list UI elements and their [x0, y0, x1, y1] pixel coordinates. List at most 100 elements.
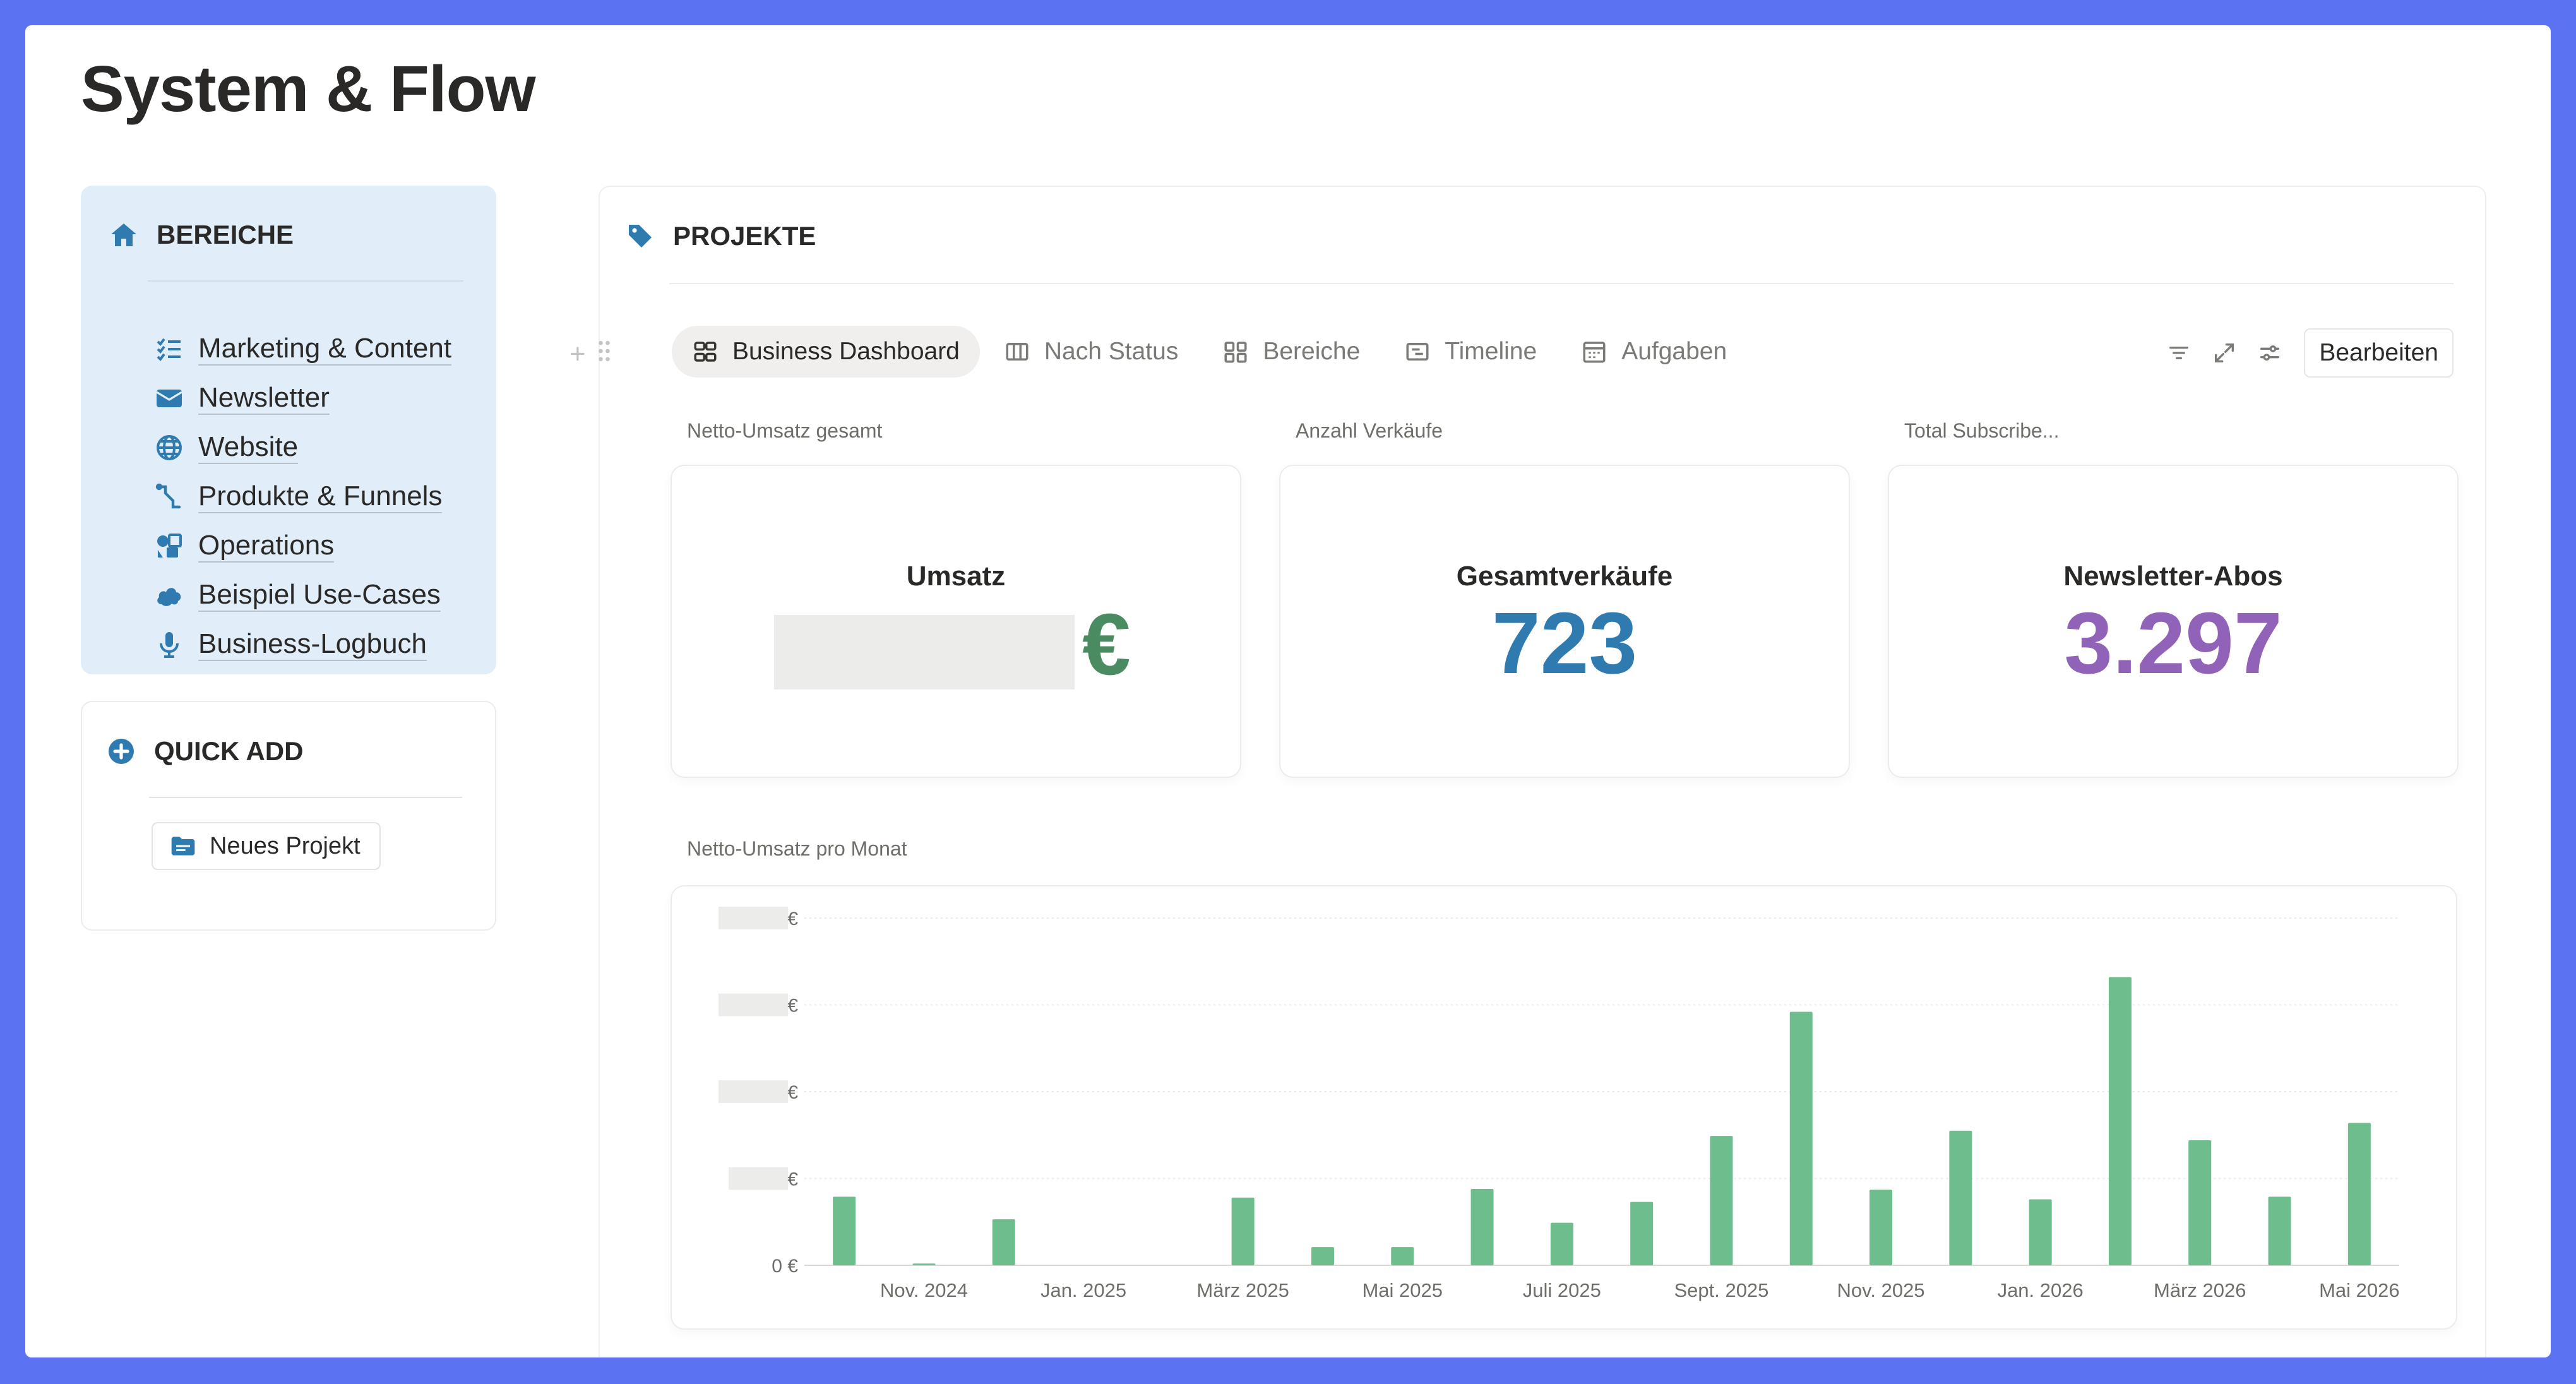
redacted-tick [719, 1080, 788, 1103]
redacted-value [774, 615, 1075, 689]
home-icon [109, 220, 139, 250]
tab-timeline[interactable]: Timeline [1384, 326, 1557, 378]
sidebar-item-beispiel-use-cases[interactable]: Beispiel Use-Cases [154, 571, 451, 620]
chart-bar [2029, 1199, 2052, 1265]
new-project-label: Neues Projekt [210, 832, 361, 859]
chart-bar [1550, 1222, 1573, 1265]
edit-button[interactable]: Bearbeiten [2304, 328, 2454, 378]
drag-handle-icon[interactable] [597, 338, 611, 370]
app-window: System & Flow BEREICHE Marketing & Conte… [25, 25, 2551, 1357]
sidebar-item-label: Website [198, 431, 299, 464]
page-title: System & Flow [81, 52, 536, 125]
divider [669, 283, 2454, 284]
kpi-card-revenue[interactable]: Umsatz € [671, 465, 1241, 778]
chart-bar [992, 1219, 1015, 1265]
new-project-button[interactable]: Neues Projekt [152, 822, 381, 870]
expand-icon[interactable] [2212, 340, 2237, 366]
y-tick-label: € [787, 996, 798, 1017]
flow-icon [154, 482, 184, 512]
tab-business-dashboard[interactable]: Business Dashboard [672, 326, 980, 378]
sidebar-item-label: Operations [198, 530, 335, 563]
chart-bar [1311, 1247, 1334, 1265]
calendar-icon [1581, 338, 1607, 365]
chart-bar [1710, 1136, 1733, 1265]
tab-nach-status[interactable]: Nach Status [984, 326, 1198, 378]
divider [148, 280, 463, 282]
shapes-icon [154, 531, 184, 561]
sidebar-item-produkte-funnels[interactable]: Produkte & Funnels [154, 472, 451, 522]
x-tick-label: Nov. 2025 [1837, 1279, 1925, 1301]
gallery-icon [1222, 338, 1249, 365]
cloud-icon [154, 580, 184, 611]
sidebar-item-operations[interactable]: Operations [154, 522, 451, 571]
timeline-icon [1404, 338, 1431, 365]
quick-add-heading: QUICK ADD [106, 736, 303, 767]
block-handle[interactable]: + [569, 338, 611, 370]
kpi-card-sales[interactable]: Gesamtverkäufe 723 [1279, 465, 1850, 778]
widget-label-revenue: Netto-Umsatz gesamt [687, 419, 883, 442]
folder-icon [169, 832, 197, 860]
tab-label: Bereiche [1263, 338, 1361, 365]
widget-label-chart: Netto-Umsatz pro Monat [687, 837, 907, 860]
sidebar-item-business-logbuch[interactable]: Business-Logbuch [154, 620, 451, 669]
view-toolbar: Bearbeiten [2146, 328, 2454, 378]
sidebar-item-label: Business-Logbuch [198, 628, 427, 661]
chart-bar [1470, 1189, 1494, 1265]
y-tick-label: 0 € [772, 1256, 798, 1277]
redacted-tick [719, 907, 788, 929]
sidebar-item-website[interactable]: Website [154, 423, 451, 472]
chart-bar [1231, 1197, 1255, 1265]
chart-bar [1869, 1190, 1893, 1265]
x-tick-label: Nov. 2024 [880, 1279, 968, 1301]
chart-bar [1789, 1011, 1813, 1265]
chart-bar [2108, 977, 2132, 1265]
quick-add-heading-label: QUICK ADD [154, 736, 304, 766]
microphone-icon [154, 629, 184, 660]
x-tick-label: Sept. 2025 [1674, 1279, 1768, 1301]
tab-aufgaben[interactable]: Aufgaben [1561, 326, 1747, 378]
sidebar-item-newsletter[interactable]: Newsletter [154, 374, 451, 423]
tab-bereiche[interactable]: Bereiche [1202, 326, 1380, 378]
chart-bar [1630, 1202, 1654, 1265]
bereiche-card: BEREICHE Marketing & Content Newsletter [81, 186, 496, 674]
sidebar-item-label: Marketing & Content [198, 333, 452, 366]
currency-symbol: € [1082, 596, 1131, 693]
quick-add-card: QUICK ADD Neues Projekt [81, 701, 496, 931]
filter-icon[interactable] [2166, 340, 2191, 366]
sidebar-item-label: Newsletter [198, 382, 330, 415]
x-tick-label: Jan. 2025 [1041, 1279, 1126, 1301]
add-block-icon[interactable]: + [569, 338, 586, 370]
globe-icon [154, 432, 184, 463]
tab-label: Nach Status [1044, 338, 1179, 365]
y-tick-label: € [787, 909, 798, 929]
kpi-value: 723 [1491, 595, 1638, 692]
chart-bar [2268, 1196, 2291, 1265]
sidebar-item-marketing-content[interactable]: Marketing & Content [154, 325, 452, 374]
bereiche-heading-label: BEREICHE [157, 220, 294, 249]
chart-bar [2188, 1140, 2212, 1265]
x-tick-label: Mai 2025 [1362, 1279, 1443, 1301]
y-tick-label: € [787, 1169, 798, 1190]
projekte-heading: PROJEKTE [625, 221, 816, 251]
widget-label-sales: Anzahl Verkäufe [1296, 419, 1443, 442]
tab-label: Business Dashboard [732, 338, 960, 365]
chart-bar [1949, 1130, 1972, 1265]
projekte-heading-label: PROJEKTE [673, 221, 816, 251]
settings-sliders-icon[interactable] [2257, 340, 2282, 366]
chart-card[interactable]: 0 € € € € € Nov. 2024 Jan. 2025 März 2025 Mai 20… [671, 885, 2457, 1330]
checklist-icon [154, 334, 184, 364]
chart-bar [1391, 1247, 1414, 1265]
x-tick-label: Mai 2026 [2319, 1279, 2400, 1301]
y-tick-label: € [787, 1082, 798, 1103]
plus-circle-icon [106, 736, 136, 767]
tab-label: Aufgaben [1621, 338, 1727, 365]
redacted-tick [729, 1167, 788, 1190]
projekte-panel: PROJEKTE + Business Dashboard Nach Statu… [569, 186, 2486, 1357]
x-tick-label: März 2026 [2154, 1279, 2246, 1301]
chart-bar [2347, 1123, 2371, 1265]
envelope-icon [154, 383, 184, 414]
kpi-card-subscribers[interactable]: Newsletter-Abos 3.297 [1888, 465, 2459, 778]
chart-bar [833, 1196, 856, 1265]
board-icon [1004, 338, 1030, 365]
bereiche-heading: BEREICHE [109, 220, 294, 250]
